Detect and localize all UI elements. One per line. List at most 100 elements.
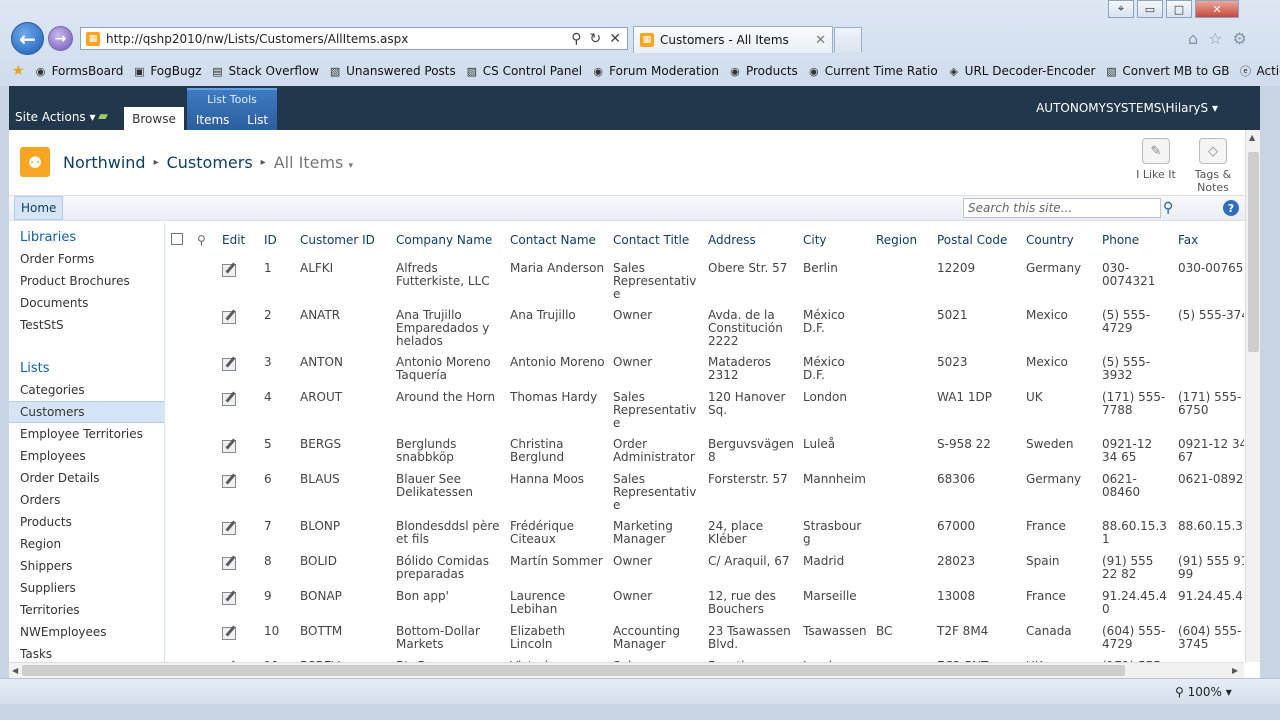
column-header[interactable]: Edit xyxy=(218,222,260,258)
select-all-checkbox[interactable] xyxy=(171,232,183,245)
navigate-up-icon[interactable]: ▰ xyxy=(98,109,114,124)
favorite-item[interactable]: ⓔ Actiontec xyxy=(1238,64,1280,78)
scroll-up-icon[interactable]: ▲ xyxy=(1249,133,1255,142)
table-row[interactable]: 1 ALFKI Alfreds Futterkiste, LLC Maria Ande… xyxy=(167,258,1244,305)
attachment-header[interactable]: ⚲ xyxy=(193,222,218,258)
row-select-cell[interactable] xyxy=(167,586,193,621)
column-header[interactable]: Region xyxy=(872,222,933,258)
sidebar-item[interactable]: Products xyxy=(9,511,164,533)
vertical-scrollbar[interactable]: ▲ xyxy=(1245,130,1260,662)
column-header[interactable]: City xyxy=(799,222,872,258)
vertical-scroll-thumb[interactable] xyxy=(1248,152,1259,352)
column-header[interactable]: Postal Code xyxy=(933,222,1022,258)
site-logo-icon[interactable]: ⚉ xyxy=(20,147,50,177)
sidebar-item[interactable]: Categories xyxy=(9,379,164,401)
sidebar-item[interactable]: Product Brochures xyxy=(9,270,164,292)
column-header[interactable]: Fax xyxy=(1174,222,1244,258)
column-header[interactable]: Contact Name xyxy=(506,222,609,258)
edit-icon[interactable] xyxy=(222,475,236,488)
row-select-cell[interactable] xyxy=(167,469,193,516)
close-window-button[interactable]: ✕ xyxy=(1195,0,1239,18)
row-select-cell[interactable] xyxy=(167,352,193,387)
search-icon[interactable]: ⚲ xyxy=(571,31,581,47)
help-icon[interactable]: ? xyxy=(1223,200,1239,216)
column-header[interactable]: ID xyxy=(260,222,296,258)
sidebar-item[interactable]: Order Details xyxy=(9,467,164,489)
browser-tab[interactable]: ▦ Customers - All Items ✕ xyxy=(633,26,833,53)
edit-cell[interactable] xyxy=(218,305,260,352)
sidebar-item[interactable]: Territories xyxy=(9,599,164,621)
select-all-header[interactable] xyxy=(167,222,193,258)
zoom-control[interactable]: ⚲ 100% ▾ xyxy=(1175,685,1232,699)
column-header[interactable]: Phone xyxy=(1098,222,1174,258)
sidebar-item[interactable]: Documents xyxy=(9,292,164,314)
table-cell[interactable]: Bólido Comidas preparadas xyxy=(392,551,506,586)
tags-notes-button[interactable]: ◇ Tags & Notes xyxy=(1187,138,1239,194)
favorite-item[interactable]: ◉ FormsBoard xyxy=(34,64,124,78)
sidebar-item[interactable]: Orders xyxy=(9,489,164,511)
favorite-item[interactable]: ▧ Convert MB to GB xyxy=(1104,64,1229,78)
edit-cell[interactable] xyxy=(218,586,260,621)
scroll-left-icon[interactable]: ◀ xyxy=(12,666,18,675)
edit-icon[interactable] xyxy=(222,592,236,605)
url-text[interactable]: http://qshp2010/nw/Lists/Customers/AllIt… xyxy=(106,32,571,46)
row-select-cell[interactable] xyxy=(167,305,193,352)
stop-icon[interactable]: ✕ xyxy=(609,31,621,47)
edit-icon[interactable] xyxy=(222,393,236,406)
tab-list[interactable]: List xyxy=(247,113,268,127)
table-row[interactable]: 3 ANTON Antonio Moreno Taquería Antonio Mor… xyxy=(167,352,1244,387)
maximize-button[interactable]: □ xyxy=(1166,0,1192,18)
column-header[interactable]: Customer ID xyxy=(296,222,392,258)
sidebar-item[interactable]: Region xyxy=(9,533,164,555)
row-select-cell[interactable] xyxy=(167,551,193,586)
sidebar-item[interactable]: TestStS xyxy=(9,314,164,336)
favorite-item[interactable]: ◉ Current Time Ratio xyxy=(807,64,938,78)
gear-icon[interactable]: ⚙ xyxy=(1233,29,1247,48)
edit-cell[interactable] xyxy=(218,516,260,551)
refresh-icon[interactable]: ↻ xyxy=(590,31,602,47)
home-link[interactable]: Home xyxy=(14,196,64,220)
row-select-cell[interactable] xyxy=(167,258,193,305)
search-input[interactable]: Search this site... xyxy=(963,198,1161,218)
new-tab-button[interactable] xyxy=(834,27,862,52)
sidebar-item[interactable]: NWEmployees xyxy=(9,621,164,643)
favorites-star-icon[interactable]: ★ xyxy=(12,63,25,79)
favorite-item[interactable]: ▤ Stack Overflow xyxy=(211,64,319,78)
table-row[interactable]: 7 BLONP Blondesddsl père et fils Frédérique… xyxy=(167,516,1244,551)
sidebar-item[interactable]: Employees xyxy=(9,445,164,467)
edit-cell[interactable] xyxy=(218,621,260,656)
search-icon[interactable]: ⚲ xyxy=(1163,200,1173,216)
i-like-it-button[interactable]: ✎ I Like It xyxy=(1133,138,1179,181)
table-cell[interactable]: Around the Horn xyxy=(392,387,506,434)
row-select-cell[interactable] xyxy=(167,387,193,434)
table-cell[interactable]: Ana Trujillo Emparedados y helados xyxy=(392,305,506,352)
lists-heading[interactable]: Lists xyxy=(9,357,164,379)
user-menu[interactable]: AUTONOMYSYSTEMS\HilaryS ▾ xyxy=(1036,101,1218,115)
edit-icon[interactable] xyxy=(222,627,236,640)
minimize-button[interactable]: ▭ xyxy=(1137,0,1163,18)
breadcrumb-site[interactable]: Northwind xyxy=(63,153,146,172)
table-row[interactable]: 4 AROUT Around the Horn Thomas Hardy Sales R… xyxy=(167,387,1244,434)
forward-button[interactable]: → xyxy=(48,26,73,51)
favorites-star-icon[interactable]: ☆ xyxy=(1208,29,1222,48)
column-header[interactable]: Address xyxy=(704,222,799,258)
column-header[interactable]: Country xyxy=(1022,222,1098,258)
sidebar-item[interactable]: Customers xyxy=(9,401,164,423)
sidebar-item[interactable]: Shippers xyxy=(9,555,164,577)
favorite-item[interactable]: ◉ Products xyxy=(728,64,798,78)
home-icon[interactable]: ⌂ xyxy=(1188,29,1198,48)
column-header[interactable]: Contact Title xyxy=(609,222,704,258)
horizontal-scrollbar[interactable]: ◀ ▶ xyxy=(9,662,1244,678)
column-header[interactable]: Company Name xyxy=(392,222,506,258)
table-row[interactable]: 6 BLAUS Blauer See Delikatessen Hanna Moos S… xyxy=(167,469,1244,516)
view-selector[interactable]: All Items ▾ xyxy=(274,153,353,172)
edit-cell[interactable] xyxy=(218,434,260,469)
table-row[interactable]: 2 ANATR Ana Trujillo Emparedados y helados… xyxy=(167,305,1244,352)
tab-items[interactable]: Items xyxy=(196,113,230,127)
edit-cell[interactable] xyxy=(218,352,260,387)
tab-close-icon[interactable]: ✕ xyxy=(815,33,832,48)
favorite-item[interactable]: ▣ FogBugz xyxy=(132,64,201,78)
favorite-item[interactable]: ◈ URL Decoder-Encoder xyxy=(947,64,1095,78)
row-select-cell[interactable] xyxy=(167,621,193,656)
back-button[interactable]: ← xyxy=(11,22,44,55)
